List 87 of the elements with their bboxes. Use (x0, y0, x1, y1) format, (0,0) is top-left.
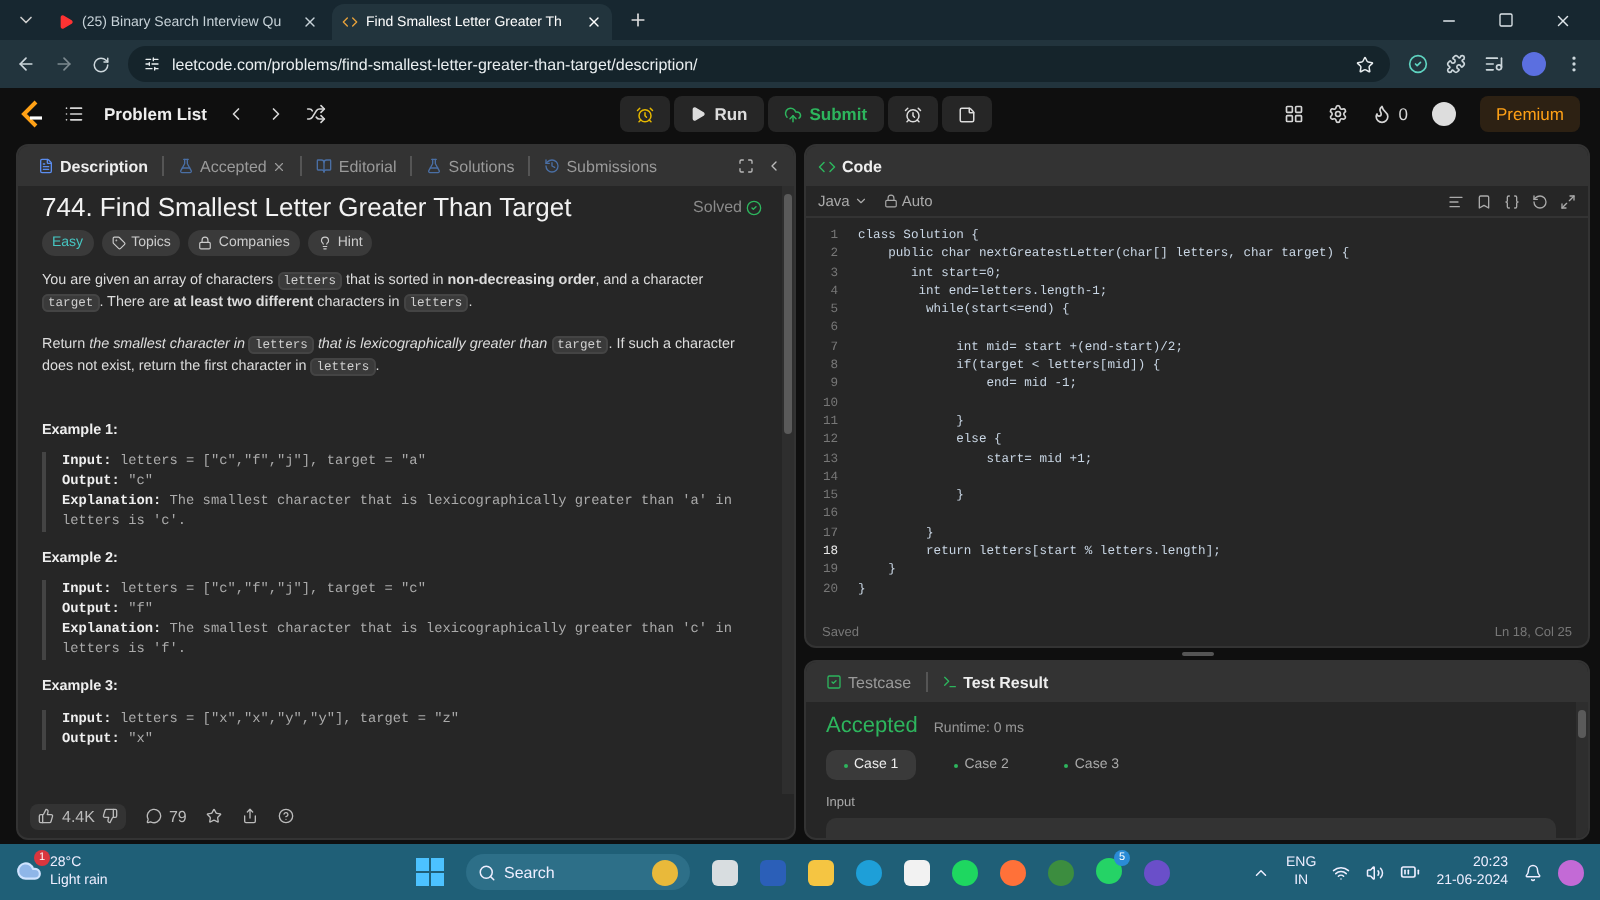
profile-avatar[interactable] (1522, 52, 1546, 76)
code-icon (818, 157, 836, 175)
panel-title: Code (842, 157, 882, 175)
note-icon (957, 105, 976, 123)
submit-button[interactable]: Submit (767, 96, 884, 132)
reload-icon[interactable] (92, 55, 110, 73)
list-icon (64, 104, 84, 124)
code-icon (342, 14, 358, 30)
premium-button[interactable]: Premium (1479, 96, 1580, 132)
folder-icon[interactable] (808, 859, 834, 885)
address-bar[interactable]: leetcode.com/problems/find-smallest-letter-greater-than-target/description/ (128, 46, 1390, 82)
comment-icon[interactable] (146, 808, 163, 824)
new-tab-icon[interactable] (628, 10, 648, 30)
panel-tab[interactable]: Editorial (308, 150, 405, 182)
grid-icon[interactable] (1284, 104, 1305, 124)
format-icon[interactable] (1448, 193, 1464, 209)
braces-icon[interactable] (1504, 193, 1520, 209)
debug-button[interactable] (620, 96, 671, 132)
document-icon (38, 158, 54, 174)
fullscreen-icon[interactable] (738, 158, 754, 174)
tag-icon (111, 236, 126, 251)
media-icon[interactable] (1484, 54, 1504, 74)
check-icon (746, 200, 762, 217)
help-icon[interactable] (278, 808, 295, 824)
lightbulb-icon (317, 236, 332, 251)
lock-icon (198, 236, 213, 251)
bookmark-icon[interactable] (1476, 193, 1492, 209)
comment-count: 79 (168, 807, 187, 825)
extension-icon[interactable] (1408, 54, 1428, 74)
flask-icon (178, 158, 195, 174)
music-app-icon[interactable] (952, 859, 978, 885)
like-button[interactable]: 4.4K (30, 803, 127, 829)
problem-title: 744. Find Smallest Letter Greater Than Target (42, 198, 574, 219)
terminal-icon (941, 674, 958, 690)
panel-tab[interactable]: Solutions (418, 150, 523, 182)
wifi-icon[interactable] (1332, 863, 1351, 881)
windows-logo-icon[interactable] (416, 858, 444, 886)
app-icon[interactable] (712, 859, 738, 885)
notification-icon[interactable] (1524, 863, 1542, 881)
timer-button[interactable] (887, 96, 938, 132)
panel-tab[interactable]: Test Result (933, 666, 1057, 698)
expand-icon[interactable] (1560, 193, 1576, 209)
panel-tab[interactable]: Accepted (170, 150, 295, 182)
taskbar-search[interactable]: Search (466, 854, 690, 890)
play-icon (690, 106, 707, 122)
resize-handle[interactable] (1181, 652, 1213, 656)
thumbs-up-icon (38, 808, 54, 824)
cloud-upload-icon (783, 105, 802, 123)
caret-icon (853, 194, 868, 208)
shuffle-icon[interactable] (306, 104, 327, 124)
book-icon (316, 158, 333, 174)
site-settings-icon (144, 56, 160, 72)
panel-tab[interactable]: Submissions (536, 150, 666, 182)
run-button[interactable]: Run (674, 96, 764, 132)
verdict: Accepted (826, 714, 918, 738)
reset-icon[interactable] (1532, 193, 1548, 209)
thumbs-down-icon (102, 808, 119, 824)
browser-icon[interactable] (1000, 859, 1026, 885)
flame-icon[interactable] (1372, 104, 1393, 124)
volume-icon[interactable] (1366, 863, 1385, 881)
history-icon (544, 158, 561, 174)
sun-icon (652, 859, 678, 885)
panel-tab[interactable]: Description (30, 150, 157, 182)
battery-icon[interactable] (1400, 862, 1421, 882)
store-icon[interactable] (904, 859, 930, 885)
user-avatar[interactable] (1431, 102, 1456, 126)
close-icon[interactable] (302, 14, 318, 30)
share-icon[interactable] (242, 808, 259, 824)
lock-icon (883, 194, 898, 208)
puzzle-icon[interactable] (1446, 54, 1466, 74)
maximize-icon[interactable] (1498, 11, 1514, 27)
panel-tab[interactable]: Testcase (818, 666, 920, 698)
checkbox-icon (826, 674, 842, 690)
problem-list-link[interactable]: Problem List (104, 104, 207, 124)
star-icon[interactable] (206, 808, 223, 824)
search-icon (478, 863, 496, 881)
alarm-clock-icon (903, 105, 922, 123)
logo-icon[interactable] (20, 100, 44, 128)
streak-count: 0 (1398, 104, 1408, 124)
back-icon[interactable] (16, 54, 36, 74)
notes-button[interactable] (941, 96, 992, 132)
flask-icon (426, 158, 443, 174)
forward-icon[interactable] (54, 54, 74, 74)
solved-status: Solved (693, 198, 762, 219)
play-icon (58, 14, 74, 30)
collapse-icon[interactable] (766, 158, 782, 174)
settings-icon[interactable] (1328, 104, 1349, 124)
